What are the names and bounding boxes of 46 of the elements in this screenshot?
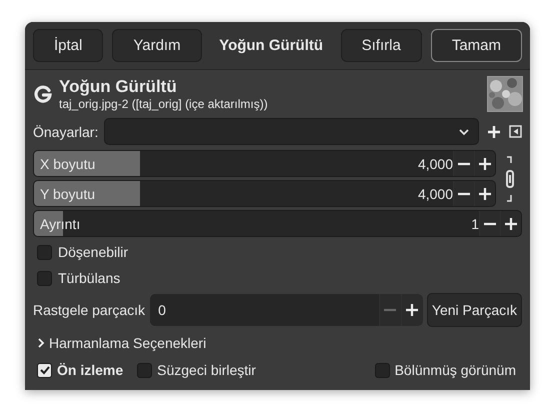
- checkbox[interactable]: [374, 362, 390, 378]
- plus-icon: [406, 304, 418, 316]
- chevron-down-icon: [458, 128, 470, 136]
- slider-label: Y boyutu: [39, 186, 96, 202]
- increment-button[interactable]: [474, 181, 495, 206]
- slider-value: 1: [471, 216, 479, 232]
- decrement-button[interactable]: [453, 181, 474, 206]
- header-button[interactable]: Tamam: [430, 29, 522, 62]
- filter-title: Yoğun Gürültü: [59, 77, 178, 97]
- slider-label: Ayrıntı: [39, 216, 82, 232]
- seed-label: Rastgele parçacık: [33, 302, 146, 318]
- slider[interactable]: X boyutu 4,000: [33, 150, 496, 177]
- header-button[interactable]: İptal: [33, 29, 104, 62]
- checkbox-label: Döşenebilir: [58, 244, 128, 260]
- checkbox[interactable]: [137, 362, 152, 378]
- new-seed-button[interactable]: Yeni Parçacık: [426, 293, 522, 327]
- plus-icon: [479, 158, 491, 170]
- checkbox-label: Türbülans: [58, 270, 120, 286]
- header-button[interactable]: Sıfırla: [340, 29, 422, 62]
- checkbox[interactable]: [37, 270, 52, 286]
- slider[interactable]: Y boyutu 4,000: [33, 180, 496, 207]
- expander[interactable]: Harmanlama Seçenekleri: [33, 333, 206, 353]
- menu-icon[interactable]: [509, 125, 522, 138]
- slider[interactable]: Ayrıntı 1: [33, 210, 522, 237]
- increment-button[interactable]: [500, 211, 521, 236]
- decrement-button[interactable]: [479, 211, 500, 236]
- increment-button[interactable]: [474, 151, 495, 176]
- header-button[interactable]: Yardım: [112, 29, 202, 62]
- checkbox[interactable]: [37, 244, 52, 260]
- window-title: Yoğun Gürültü: [218, 37, 324, 54]
- slider-value: 4,000: [418, 186, 453, 202]
- slider-label: X boyutu: [39, 156, 96, 172]
- decrement-button[interactable]: [453, 151, 474, 176]
- logo-icon: [33, 84, 53, 104]
- seed-field[interactable]: 0: [150, 294, 379, 326]
- add-icon[interactable]: [487, 124, 501, 138]
- plus-icon: [505, 218, 517, 230]
- filter-subtitle: taj_orig.jpg-2 ([taj_orig] (içe aktarılmış)): [59, 97, 269, 111]
- checkbox-label: Süzgeci birleştir: [157, 362, 256, 378]
- checkbox[interactable]: [37, 362, 52, 378]
- slider-value: 4,000: [418, 156, 453, 172]
- increment-button[interactable]: [400, 294, 423, 326]
- presets-label: Önayarlar:: [33, 124, 98, 140]
- plus-icon: [479, 188, 491, 200]
- checkbox-label: Ön izleme: [57, 362, 124, 378]
- checkbox-label: Bölünmüş görünüm: [394, 362, 516, 378]
